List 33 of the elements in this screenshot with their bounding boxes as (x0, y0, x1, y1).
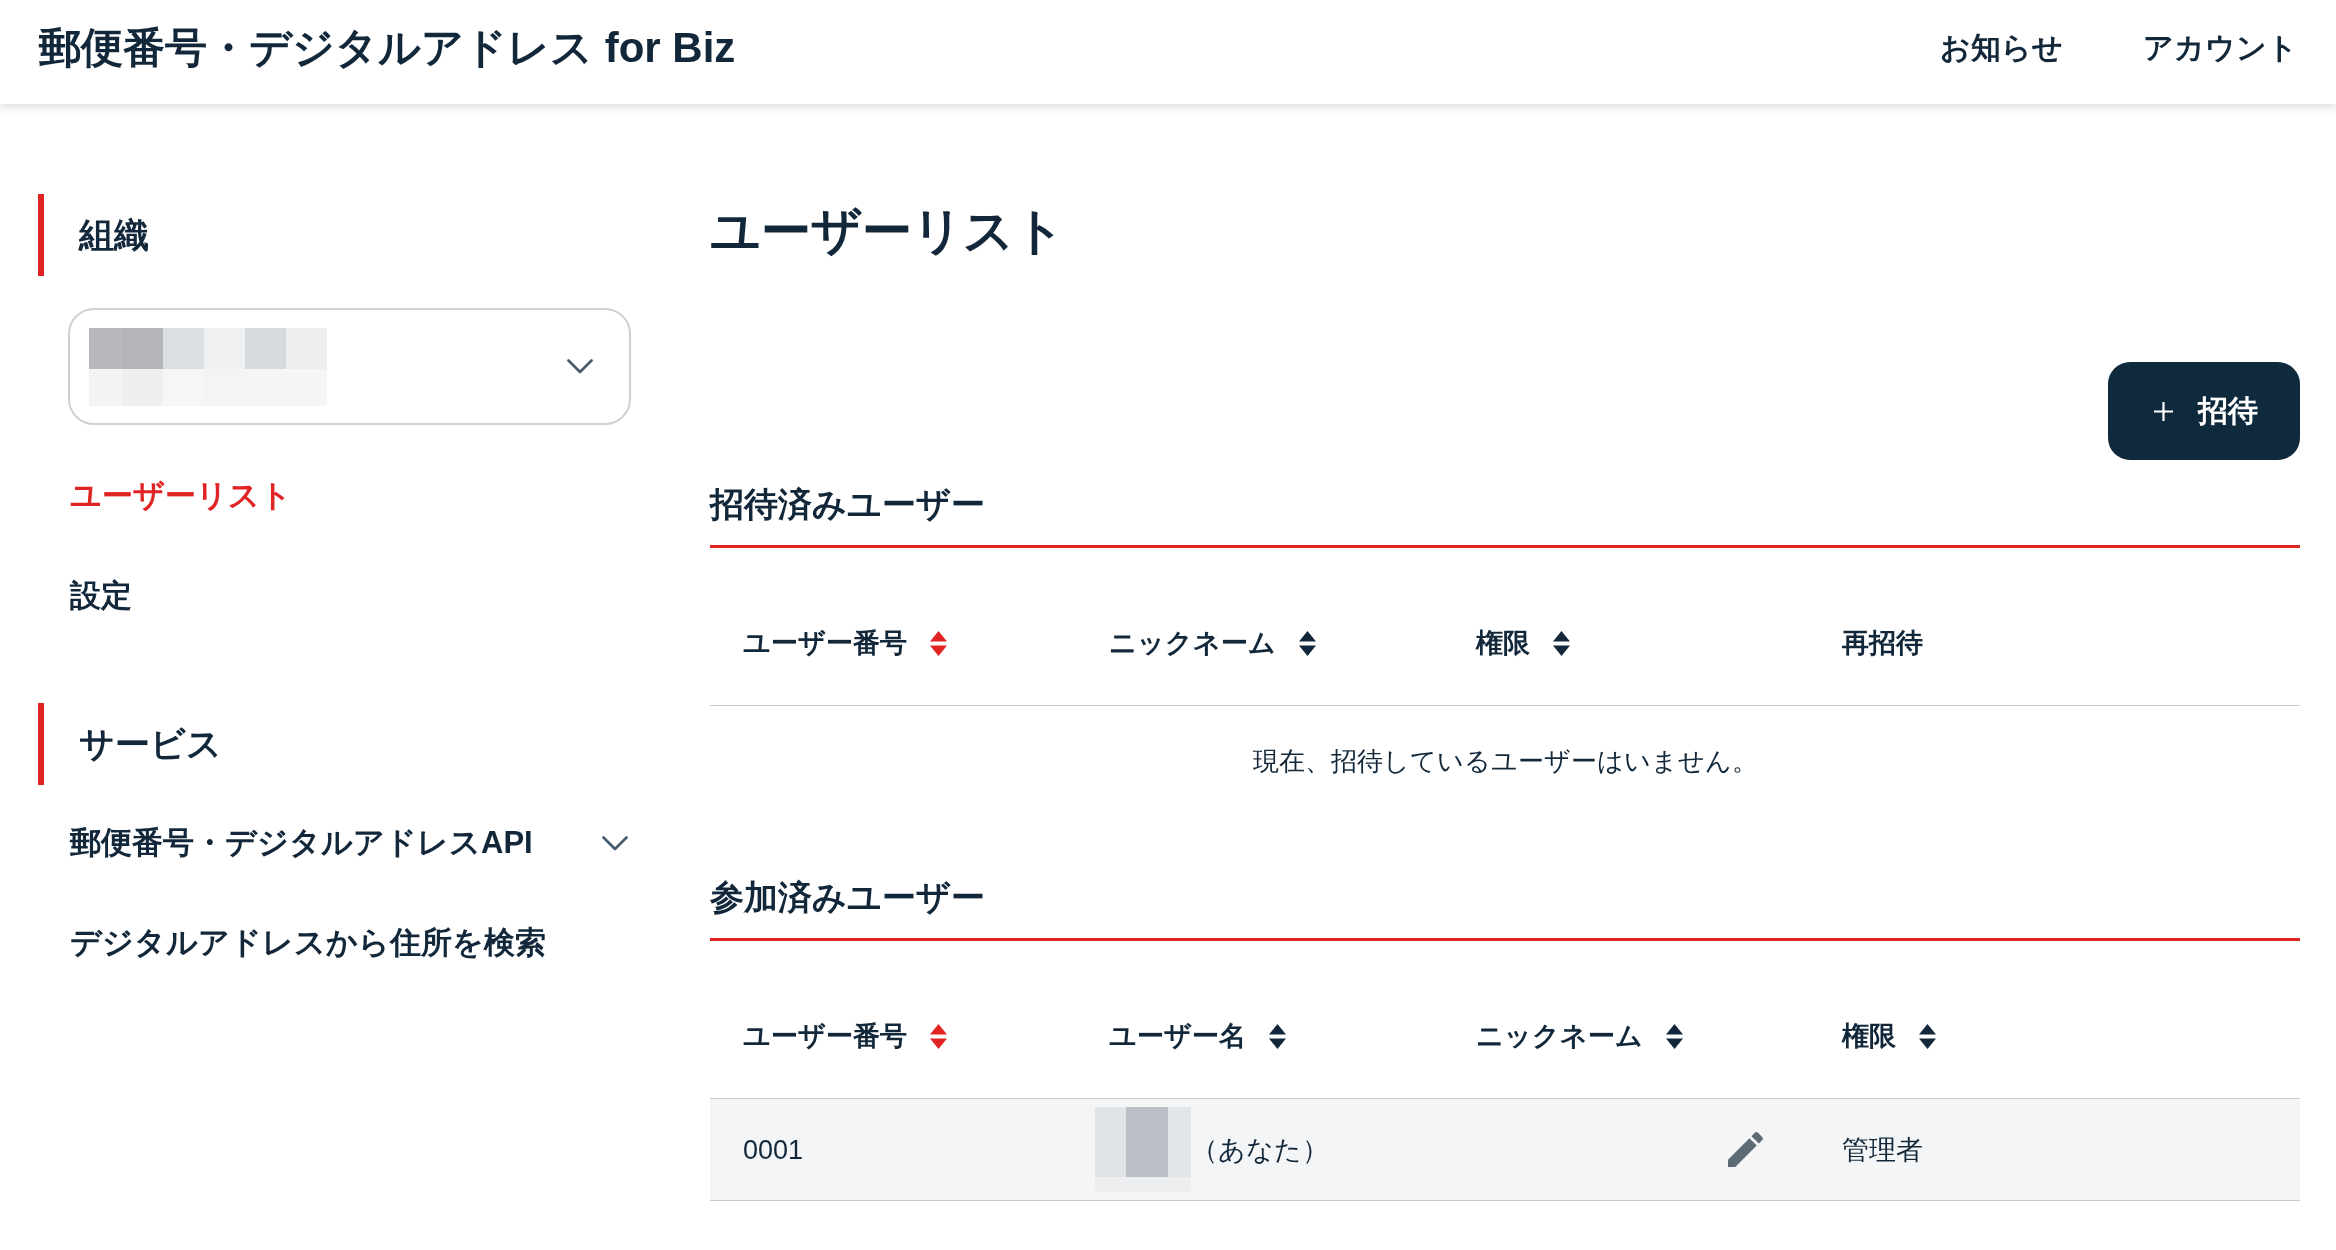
column-header[interactable]: ユーザー番号 (743, 625, 947, 661)
sort-icon[interactable] (1299, 630, 1316, 656)
empty-message: 現在、招待しているユーザーはいません。 (1252, 745, 1758, 778)
sort-icon[interactable] (1666, 1023, 1683, 1049)
plus-icon (2154, 401, 2173, 421)
sort-icon[interactable] (1269, 1023, 1286, 1049)
column-header[interactable]: ニックネーム (1109, 625, 1316, 661)
column-header[interactable]: 権限 (1476, 625, 1570, 661)
sidebar-link[interactable]: 郵便番号・デジタルアドレスAPI (70, 821, 632, 865)
column-header: 再招待 (1842, 627, 1923, 660)
chevron-down-icon (567, 359, 593, 374)
column-header[interactable]: ニックネーム (1476, 1018, 1683, 1054)
pencil-icon[interactable] (1728, 1132, 1763, 1167)
sort-icon[interactable] (1919, 1023, 1936, 1049)
sidebar-link[interactable]: 設定 (70, 574, 132, 618)
page-title: ユーザーリスト (710, 202, 1066, 261)
header-link[interactable]: お知らせ (1940, 28, 2063, 68)
column-header[interactable]: ユーザー番号 (743, 1018, 947, 1054)
sidebar-link[interactable]: ユーザーリスト (70, 474, 292, 518)
nav-section-heading: サービス (79, 723, 222, 765)
header-link[interactable]: アカウント (2143, 28, 2298, 68)
invite-button[interactable]: 招待 (2108, 362, 2300, 460)
user-name-text: （あなた） (1191, 1133, 1329, 1167)
column-header[interactable]: 権限 (1842, 1018, 1936, 1054)
site-title[interactable]: 郵便番号・デジタルアドレス for Biz (39, 22, 736, 74)
table-cell-text: 管理者 (1842, 1133, 1923, 1167)
column-header[interactable]: ユーザー名 (1109, 1018, 1286, 1054)
sort-icon[interactable] (1553, 630, 1570, 656)
sidebar-link[interactable]: デジタルアドレスから住所を検索 (70, 921, 546, 965)
section-heading: 参加済みユーザー (710, 877, 986, 918)
section-heading: 招待済みユーザー (710, 484, 986, 525)
table-cell-text: 0001 (743, 1133, 804, 1167)
nav-section-heading: 組織 (79, 214, 149, 256)
